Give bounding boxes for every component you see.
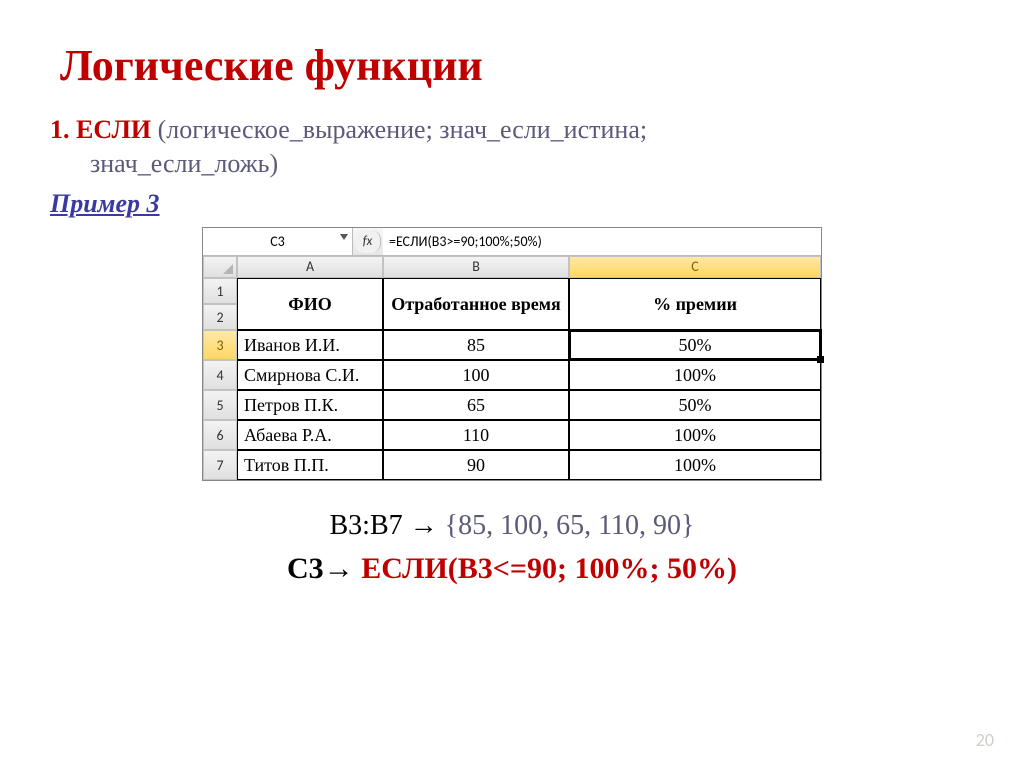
summary-line-1: B3:B7 → {85, 100, 65, 110, 90} <box>50 509 974 542</box>
formula-expr: ЕСЛИ(B3<=90; 100%; 50%) <box>354 552 737 585</box>
dropdown-icon <box>340 234 348 240</box>
example-label: Пример 3 <box>50 189 974 219</box>
cell-a3[interactable]: Иванов И.И. <box>237 330 383 360</box>
fx-icon: fx <box>363 234 373 249</box>
row-header-7[interactable]: 7 <box>203 450 237 480</box>
row-header-4[interactable]: 4 <box>203 360 237 390</box>
formula-bar: C3 fx =ЕСЛИ(B3>=90;100%;50%) <box>203 228 821 256</box>
col-header-c[interactable]: C <box>569 256 821 278</box>
cell-b3[interactable]: 85 <box>383 330 569 360</box>
arrow-icon: → <box>410 509 438 540</box>
function-name: ЕСЛИ <box>76 115 151 144</box>
row-header-2[interactable]: 2 <box>203 304 237 330</box>
row-header-1[interactable]: 1 <box>203 278 237 304</box>
cell-a5[interactable]: Петров П.К. <box>237 390 383 420</box>
header-cell-bonus[interactable]: % премии <box>569 278 821 330</box>
excel-screenshot: C3 fx =ЕСЛИ(B3>=90;100%;50%) A B C 1 ФИО… <box>202 227 822 481</box>
spreadsheet-grid: A B C 1 ФИО Отработанное время % премии … <box>203 256 821 480</box>
bottom-text: B3:B7 → {85, 100, 65, 110, 90} C3→ ЕСЛИ(… <box>50 509 974 586</box>
values-set: {85, 100, 65, 110, 90} <box>438 510 695 541</box>
page-title: Логические функции <box>60 40 974 91</box>
cell-b6[interactable]: 110 <box>383 420 569 450</box>
select-all-corner[interactable] <box>203 256 237 278</box>
cell-b4[interactable]: 100 <box>383 360 569 390</box>
row-header-6[interactable]: 6 <box>203 420 237 450</box>
page-number: 20 <box>976 729 994 751</box>
range-ref: B3:B7 <box>330 510 410 541</box>
row-header-5[interactable]: 5 <box>203 390 237 420</box>
row-header-3[interactable]: 3 <box>203 330 237 360</box>
cell-c4[interactable]: 100% <box>569 360 821 390</box>
cell-c3[interactable]: 50% <box>569 330 821 360</box>
list-number: 1. <box>50 115 70 144</box>
col-header-a[interactable]: A <box>237 256 383 278</box>
cell-c6[interactable]: 100% <box>569 420 821 450</box>
arrow-icon: → <box>324 552 354 585</box>
col-header-b[interactable]: B <box>383 256 569 278</box>
cell-ref: C3 <box>287 552 324 585</box>
cell-b5[interactable]: 65 <box>383 390 569 420</box>
name-box[interactable]: C3 <box>203 228 353 255</box>
cell-a7[interactable]: Титов П.П. <box>237 450 383 480</box>
summary-line-2: C3→ ЕСЛИ(B3<=90; 100%; 50%) <box>50 552 974 586</box>
syntax-line-1: 1. ЕСЛИ (логическое_выражение; знач_если… <box>50 115 974 145</box>
fx-button[interactable]: fx <box>355 230 381 253</box>
syntax-line-2: знач_если_ложь) <box>90 149 974 179</box>
cell-c7[interactable]: 100% <box>569 450 821 480</box>
formula-input[interactable]: =ЕСЛИ(B3>=90;100%;50%) <box>383 228 821 255</box>
syntax-text-1: (логическое_выражение; знач_если_истина; <box>151 115 647 144</box>
header-cell-time[interactable]: Отработанное время <box>383 278 569 330</box>
cell-b7[interactable]: 90 <box>383 450 569 480</box>
cell-a4[interactable]: Смирнова С.И. <box>237 360 383 390</box>
header-cell-fio[interactable]: ФИО <box>237 278 383 330</box>
cell-a6[interactable]: Абаева Р.А. <box>237 420 383 450</box>
cell-c5[interactable]: 50% <box>569 390 821 420</box>
name-box-value: C3 <box>270 233 285 250</box>
